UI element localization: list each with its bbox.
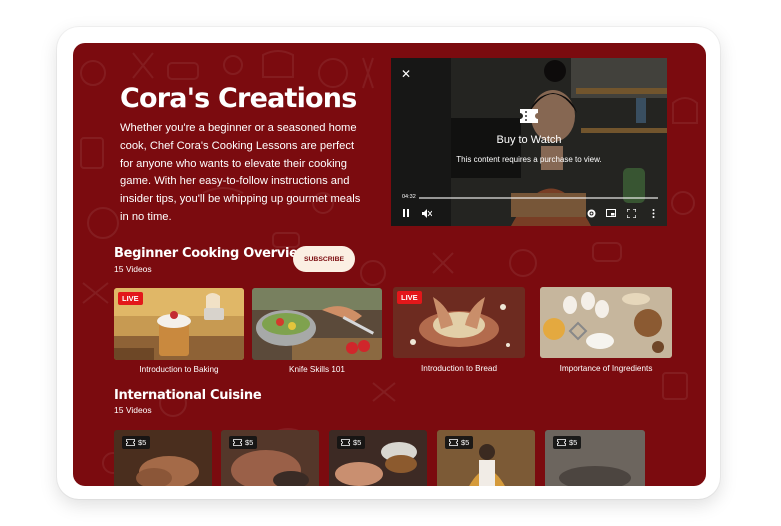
- section-title: Beginner Cooking Overview: [114, 246, 310, 261]
- settings-button[interactable]: [584, 207, 598, 219]
- playback-time: 04:32: [402, 194, 416, 200]
- more-icon: [652, 208, 654, 218]
- ticket-icon: [449, 439, 458, 446]
- page-description: Whether you're a beginner or a seasoned …: [120, 122, 361, 223]
- close-icon[interactable]: ✕: [401, 67, 411, 81]
- mute-button[interactable]: [420, 207, 434, 219]
- video-card[interactable]: LIVE Introduction to Bread: [393, 287, 525, 377]
- video-title: Importance of Ingredients: [559, 364, 653, 373]
- ticket-icon: [233, 439, 242, 446]
- section-title: International Cuisine: [114, 388, 262, 403]
- live-badge: LIVE: [118, 292, 143, 305]
- app-screen: Cora's Creations Whether you're a beginn…: [73, 43, 706, 486]
- price-badge: $5: [229, 436, 258, 449]
- price-label: $5: [138, 438, 147, 447]
- video-title: Introduction to Bread: [420, 364, 497, 373]
- video-card[interactable]: $5: [437, 430, 535, 486]
- video-card[interactable]: Knife Skills 101: [252, 288, 382, 378]
- settings-icon: [587, 209, 595, 217]
- video-title: Knife Skills 101: [289, 365, 345, 374]
- ticket-icon: [341, 439, 350, 446]
- price-badge: $5: [337, 436, 366, 449]
- fullscreen-button[interactable]: [624, 207, 638, 219]
- ticket-icon: [126, 439, 135, 446]
- buy-to-watch-title: Buy to Watch: [496, 134, 562, 146]
- page-title: Cora's Creations: [120, 83, 357, 114]
- picture-in-picture-icon: [606, 209, 616, 217]
- subscribe-button[interactable]: SUBSCRIBE: [293, 246, 355, 272]
- buy-to-watch-subtitle: This content requires a purchase to view…: [456, 155, 602, 164]
- pause-button[interactable]: [399, 207, 413, 219]
- video-card[interactable]: $5: [221, 430, 319, 486]
- video-card[interactable]: $5: [329, 430, 427, 486]
- video-card[interactable]: LIVE Introduction to Baking: [114, 288, 244, 378]
- video-thumbnail: [252, 288, 382, 360]
- video-title: Introduction to Baking: [139, 365, 219, 374]
- price-label: $5: [353, 438, 362, 447]
- ticket-icon: [557, 439, 566, 446]
- section-video-count: 15 Videos: [114, 405, 152, 415]
- price-badge: $5: [445, 436, 474, 449]
- price-badge: $5: [553, 436, 582, 449]
- more-options-button[interactable]: [646, 207, 660, 219]
- price-label: $5: [245, 438, 254, 447]
- price-label: $5: [461, 438, 470, 447]
- video-card[interactable]: $5: [545, 430, 645, 486]
- price-badge: $5: [122, 436, 151, 449]
- live-badge: LIVE: [397, 291, 422, 304]
- picture-in-picture-button[interactable]: [604, 207, 618, 219]
- pause-icon: [403, 209, 409, 217]
- video-card[interactable]: Importance of Ingredients: [540, 287, 672, 377]
- video-player[interactable]: ✕ Buy to Watch This content requires a p…: [391, 58, 667, 226]
- price-label: $5: [569, 438, 578, 447]
- section-video-count: 15 Videos: [114, 264, 152, 274]
- mute-icon: [422, 208, 432, 218]
- video-card[interactable]: $5: [114, 430, 212, 486]
- progress-bar[interactable]: [419, 197, 658, 199]
- fullscreen-icon: [626, 208, 636, 218]
- video-thumbnail: [540, 287, 672, 358]
- ticket-icon: [520, 109, 538, 123]
